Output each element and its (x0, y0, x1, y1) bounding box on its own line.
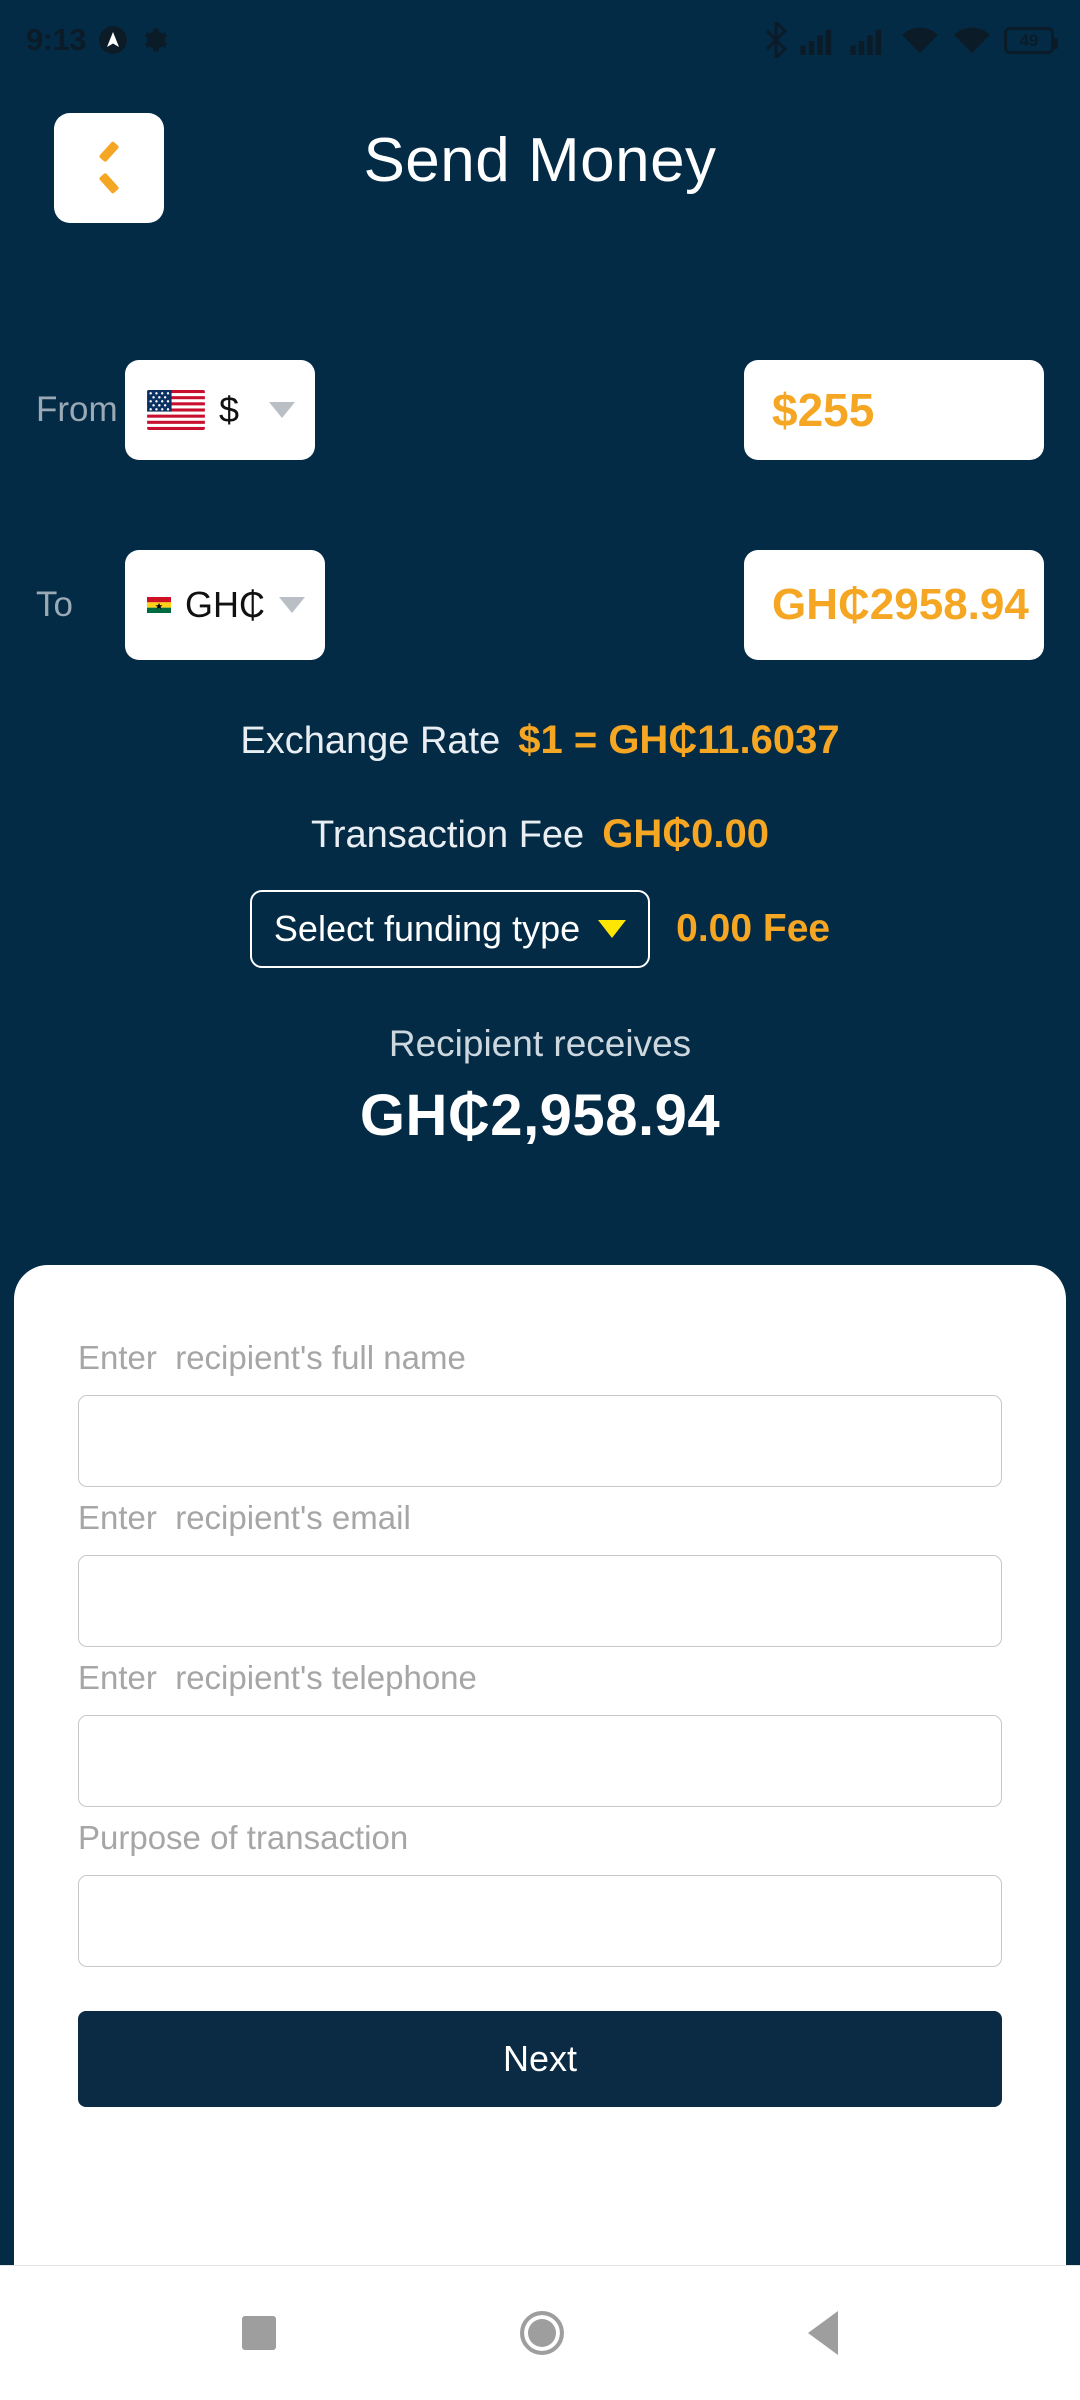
recipient-receives-label: Recipient receives (388, 1023, 692, 1064)
status-bar-left: 9:13 (26, 22, 168, 58)
signal-bars-2-icon (850, 29, 882, 55)
from-currency-row: From $ $255 (0, 360, 1080, 460)
from-currency-code: $ (219, 389, 240, 430)
field-telephone: Enter recipient's telephone (78, 1659, 1002, 1807)
page-title: Send Money (363, 126, 717, 195)
circle-home-icon[interactable] (520, 2311, 564, 2355)
to-label: To (36, 585, 73, 624)
battery-level: 49 (1019, 30, 1039, 50)
battery-icon: 49 (1004, 26, 1058, 54)
page-header: Send Money (0, 113, 1080, 243)
from-label: From (36, 390, 118, 429)
field-email: Enter recipient's email (78, 1499, 1002, 1647)
exchange-rate-value: $1 = GH₵11.6037 (518, 718, 840, 762)
telephone-label: Enter recipient's telephone (78, 1659, 477, 1696)
recipient-form: Enter recipient's full name Enter recipi… (14, 1265, 1066, 2107)
recipient-receives-amount: GH₵2,958.94 (359, 1083, 721, 1148)
field-purpose: Purpose of transaction (78, 1819, 1002, 1967)
to-amount-field[interactable]: GH₵2958.94 (744, 550, 1044, 660)
full-name-label: Enter recipient's full name (78, 1339, 466, 1376)
funding-type-select[interactable]: Select funding type (249, 890, 651, 968)
square-recents-icon[interactable] (242, 2316, 276, 2350)
exchange-rate-label: Exchange Rate (240, 720, 501, 762)
triangle-back-icon[interactable] (808, 2311, 838, 2355)
status-bar-right: 49 (764, 22, 1058, 58)
status-bar-clock: 9:13 (26, 22, 87, 57)
chevron-down-icon (279, 597, 305, 613)
to-currency-row: To GH₵ GH₵2958.94 (0, 550, 1080, 660)
from-amount-value: $255 (772, 384, 875, 436)
to-amount-value: GH₵2958.94 (772, 580, 1029, 629)
gear-icon (144, 28, 168, 52)
purpose-input[interactable] (78, 1875, 1002, 1967)
funding-type-row: Select funding type 0.00 Fee (0, 890, 1080, 968)
recipient-form-card: Enter recipient's full name Enter recipi… (14, 1265, 1066, 2400)
funding-type-label: Select funding type (273, 908, 581, 949)
android-nav-bar (0, 2265, 1080, 2400)
wifi-2-icon (954, 27, 990, 54)
field-full-name: Enter recipient's full name (78, 1339, 1002, 1487)
to-currency-selector[interactable]: GH₵ (125, 550, 325, 660)
full-name-input[interactable] (78, 1395, 1002, 1487)
exchange-rate-row: Exchange Rate $1 = GH₵11.6037 (0, 718, 1080, 763)
email-input[interactable] (78, 1555, 1002, 1647)
status-bar: 9:13 49 (0, 0, 1080, 80)
next-button[interactable]: Next (78, 2011, 1002, 2107)
from-currency-selector[interactable]: $ (125, 360, 315, 460)
transaction-fee-label: Transaction Fee (311, 814, 585, 856)
wifi-icon (902, 27, 938, 54)
transaction-fee-value: GH₵0.00 (602, 812, 769, 856)
app-badge-icon (99, 26, 128, 54)
us-flag-icon (147, 390, 205, 430)
signal-bars-icon (800, 29, 832, 55)
chevron-down-icon (598, 920, 627, 938)
app-screen: 9:13 49 Send Money From $ $255 To GH₵ GH… (0, 0, 1080, 2400)
purpose-label: Purpose of transaction (78, 1819, 409, 1856)
ghana-flag-icon (147, 597, 171, 613)
to-currency-code: GH₵ (185, 584, 265, 625)
transaction-fee-row: Transaction Fee GH₵0.00 (0, 812, 1080, 857)
email-label: Enter recipient's email (78, 1499, 411, 1536)
bluetooth-icon (765, 22, 788, 58)
from-amount-field[interactable]: $255 (744, 360, 1044, 460)
chevron-down-icon (269, 402, 295, 418)
telephone-input[interactable] (78, 1715, 1002, 1807)
funding-fee-value: 0.00 Fee (676, 907, 831, 950)
